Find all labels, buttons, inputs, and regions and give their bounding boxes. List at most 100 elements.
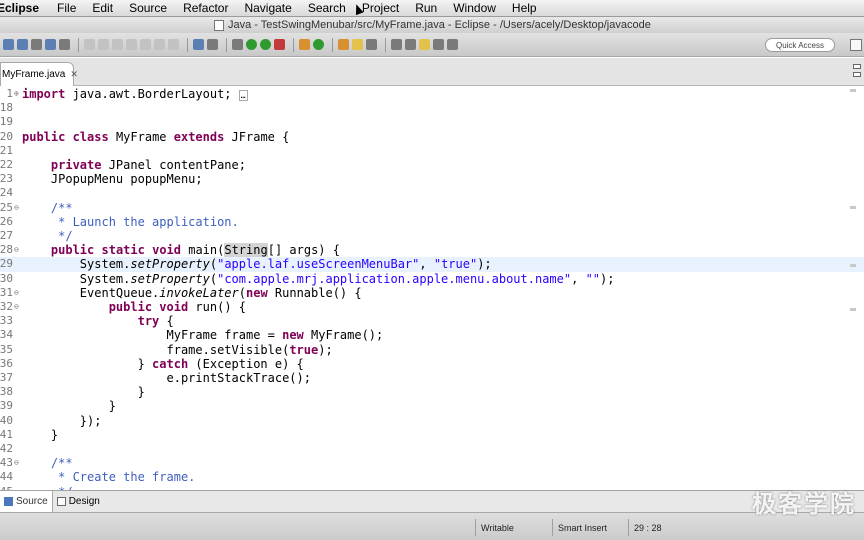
outline-icon[interactable] [193, 39, 204, 50]
menu-navigate[interactable]: Navigate [236, 1, 299, 15]
back-icon[interactable] [433, 39, 444, 50]
line-number: 32 [0, 300, 13, 313]
pin-editor-icon[interactable] [391, 39, 402, 50]
code-text: System.setProperty("apple.laf.useScreenM… [22, 257, 492, 272]
line-number: 26 [0, 214, 13, 228]
minimize-icon[interactable] [853, 64, 861, 69]
maximize-icon[interactable] [853, 72, 861, 77]
source-icon [4, 497, 13, 506]
menu-search[interactable]: Search [300, 1, 354, 15]
code-line[interactable]: 24 [0, 186, 864, 200]
menu-run[interactable]: Run [407, 1, 445, 15]
fold-collapse-icon[interactable]: ⊖ [14, 201, 19, 215]
save-all-icon[interactable] [17, 39, 28, 50]
fold-collapse-icon[interactable]: ⊖ [14, 456, 19, 470]
new-icon[interactable] [45, 39, 56, 50]
hierarchy-icon[interactable] [207, 39, 218, 50]
code-line[interactable]: 44 * Create the frame. [0, 470, 864, 484]
skip-breakpoints-icon[interactable] [59, 39, 70, 50]
overview-ruler-mark[interactable] [850, 264, 856, 267]
code-line[interactable]: 42 [0, 442, 864, 456]
code-line[interactable]: 18 [0, 101, 864, 115]
step-return-icon[interactable] [168, 39, 179, 50]
code-editor[interactable]: 1 ⊕ import java.awt.BorderLayout; … 18 19 20 p… [0, 86, 864, 490]
quick-access-field[interactable]: Quick Access [765, 38, 835, 52]
tab-design-label: Design [68, 496, 100, 507]
forward-icon[interactable] [447, 39, 458, 50]
code-line[interactable]: 36 } catch (Exception e) { [0, 357, 864, 371]
code-line[interactable]: 31 ⊖ EventQueue.invokeLater(new Runnable(… [0, 286, 864, 300]
code-line[interactable]: 32 ⊖ public void run() { [0, 300, 864, 314]
next-annotation-icon[interactable] [405, 39, 416, 50]
overview-ruler-mark[interactable] [850, 89, 856, 92]
resume-icon[interactable] [84, 39, 95, 50]
external-tools-icon[interactable] [274, 39, 285, 50]
new-java-package-icon[interactable] [299, 39, 310, 50]
folded-imports-icon[interactable]: … [238, 90, 248, 101]
disconnect-icon[interactable] [126, 39, 137, 50]
code-line[interactable]: 30 System.setProperty("com.apple.mrj.app… [0, 272, 864, 286]
code-line[interactable]: 41 } [0, 428, 864, 442]
debug-icon[interactable] [246, 39, 257, 50]
open-perspective-icon[interactable] [850, 39, 862, 51]
line-number: 38 [0, 385, 13, 399]
menu-help[interactable]: Help [504, 1, 545, 15]
line-number: 31 [0, 285, 13, 299]
code-line[interactable]: 38 } [0, 385, 864, 399]
menu-window[interactable]: Window [445, 1, 504, 15]
code-line[interactable]: 29 System.setProperty("apple.laf.useScre… [0, 257, 864, 272]
status-bar: Writable Smart Insert 29 : 28 [0, 512, 864, 540]
code-line[interactable]: 20 public class MyFrame extends JFrame { [0, 130, 864, 144]
menu-file[interactable]: File [49, 1, 84, 15]
fold-collapse-icon[interactable]: ⊖ [14, 286, 19, 300]
fold-collapse-icon[interactable]: ⊖ [14, 243, 19, 257]
step-over-icon[interactable] [154, 39, 165, 50]
run-icon[interactable] [260, 39, 271, 50]
code-line[interactable]: 33 try { [0, 314, 864, 328]
code-line[interactable]: 26 * Launch the application. [0, 215, 864, 229]
code-line[interactable]: 39 } [0, 399, 864, 413]
print-icon[interactable] [31, 39, 42, 50]
app-menu-eclipse[interactable]: Eclipse [0, 1, 49, 15]
menu-refactor[interactable]: Refactor [175, 1, 236, 15]
line-number: 18 [0, 101, 13, 115]
code-line[interactable]: 37 e.printStackTrace(); [0, 371, 864, 385]
last-edit-location-icon[interactable] [419, 39, 430, 50]
suspend-icon[interactable] [98, 39, 109, 50]
code-line[interactable]: 21 [0, 144, 864, 158]
overview-ruler-mark[interactable] [850, 308, 856, 311]
code-line[interactable]: 35 frame.setVisible(true); [0, 343, 864, 357]
code-text: public void run() { [108, 300, 246, 314]
toolbar-separator [293, 37, 294, 52]
overview-ruler-mark[interactable] [850, 206, 856, 209]
search-icon[interactable] [366, 39, 377, 50]
close-icon[interactable]: ✕ [70, 69, 78, 80]
open-task-icon[interactable] [352, 39, 363, 50]
debug-gear-icon[interactable] [232, 39, 243, 50]
code-line[interactable]: 1 ⊕ import java.awt.BorderLayout; … [0, 87, 864, 101]
fold-expand-icon[interactable]: ⊕ [14, 87, 19, 101]
code-line[interactable]: 28 ⊖ public static void main(String[] arg… [0, 243, 864, 258]
editor-tab-myframe[interactable]: MyFrame.java ✕ [0, 62, 78, 86]
toolbar-separator [385, 37, 386, 52]
code-line[interactable]: 27 */ [0, 229, 864, 243]
step-into-icon[interactable] [140, 39, 151, 50]
menu-source[interactable]: Source [121, 1, 175, 15]
code-line[interactable]: 22 private JPanel contentPane; [0, 158, 864, 172]
terminate-icon[interactable] [112, 39, 123, 50]
code-line[interactable]: 40 }); [0, 414, 864, 428]
status-writable: Writable [475, 519, 550, 536]
fold-collapse-icon[interactable]: ⊖ [14, 300, 19, 314]
tab-design[interactable]: Design [53, 491, 104, 512]
menu-edit[interactable]: Edit [84, 1, 121, 15]
open-type-icon[interactable] [338, 39, 349, 50]
new-java-class-icon[interactable] [313, 39, 324, 50]
code-line[interactable]: 23 JPopupMenu popupMenu; [0, 172, 864, 186]
line-number: 28 [0, 243, 13, 257]
code-line[interactable]: 34 MyFrame frame = new MyFrame(); [0, 328, 864, 342]
save-icon[interactable] [3, 39, 14, 50]
code-line[interactable]: 19 [0, 115, 864, 129]
code-line[interactable]: 43 ⊖ /** [0, 456, 864, 470]
tab-source[interactable]: Source [0, 491, 53, 512]
code-line[interactable]: 25 ⊖ /** [0, 201, 864, 215]
